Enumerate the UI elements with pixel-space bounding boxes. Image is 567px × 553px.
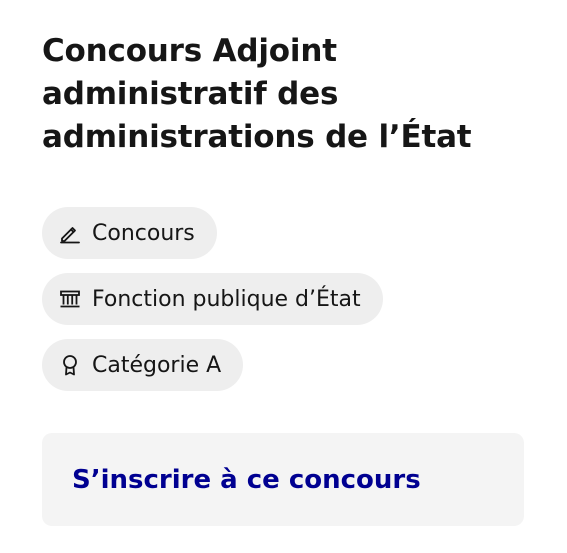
tag-type-label: Concours bbox=[92, 220, 195, 246]
pencil-icon bbox=[58, 221, 82, 245]
tag-category-label: Catégorie A bbox=[92, 352, 222, 378]
tag-category: Catégorie A bbox=[42, 339, 244, 391]
tag-list: Concours Fonction publique d’État Catégo… bbox=[42, 207, 383, 405]
exam-title: Concours Adjoint administratif des admin… bbox=[42, 33, 472, 155]
exam-card: Concours Adjoint administratif des admin… bbox=[42, 30, 524, 526]
tag-row-category: Catégorie A bbox=[42, 339, 383, 405]
register-button-label: S’inscrire à ce concours bbox=[72, 464, 421, 495]
tag-row-function: Fonction publique d’État bbox=[42, 273, 383, 339]
tag-row-type: Concours bbox=[42, 207, 383, 273]
government-building-icon bbox=[58, 287, 82, 311]
award-ribbon-icon bbox=[58, 353, 82, 377]
tag-function: Fonction publique d’État bbox=[42, 273, 383, 325]
tag-type: Concours bbox=[42, 207, 217, 259]
tag-function-label: Fonction publique d’État bbox=[92, 286, 361, 312]
register-button[interactable]: S’inscrire à ce concours bbox=[42, 433, 524, 526]
